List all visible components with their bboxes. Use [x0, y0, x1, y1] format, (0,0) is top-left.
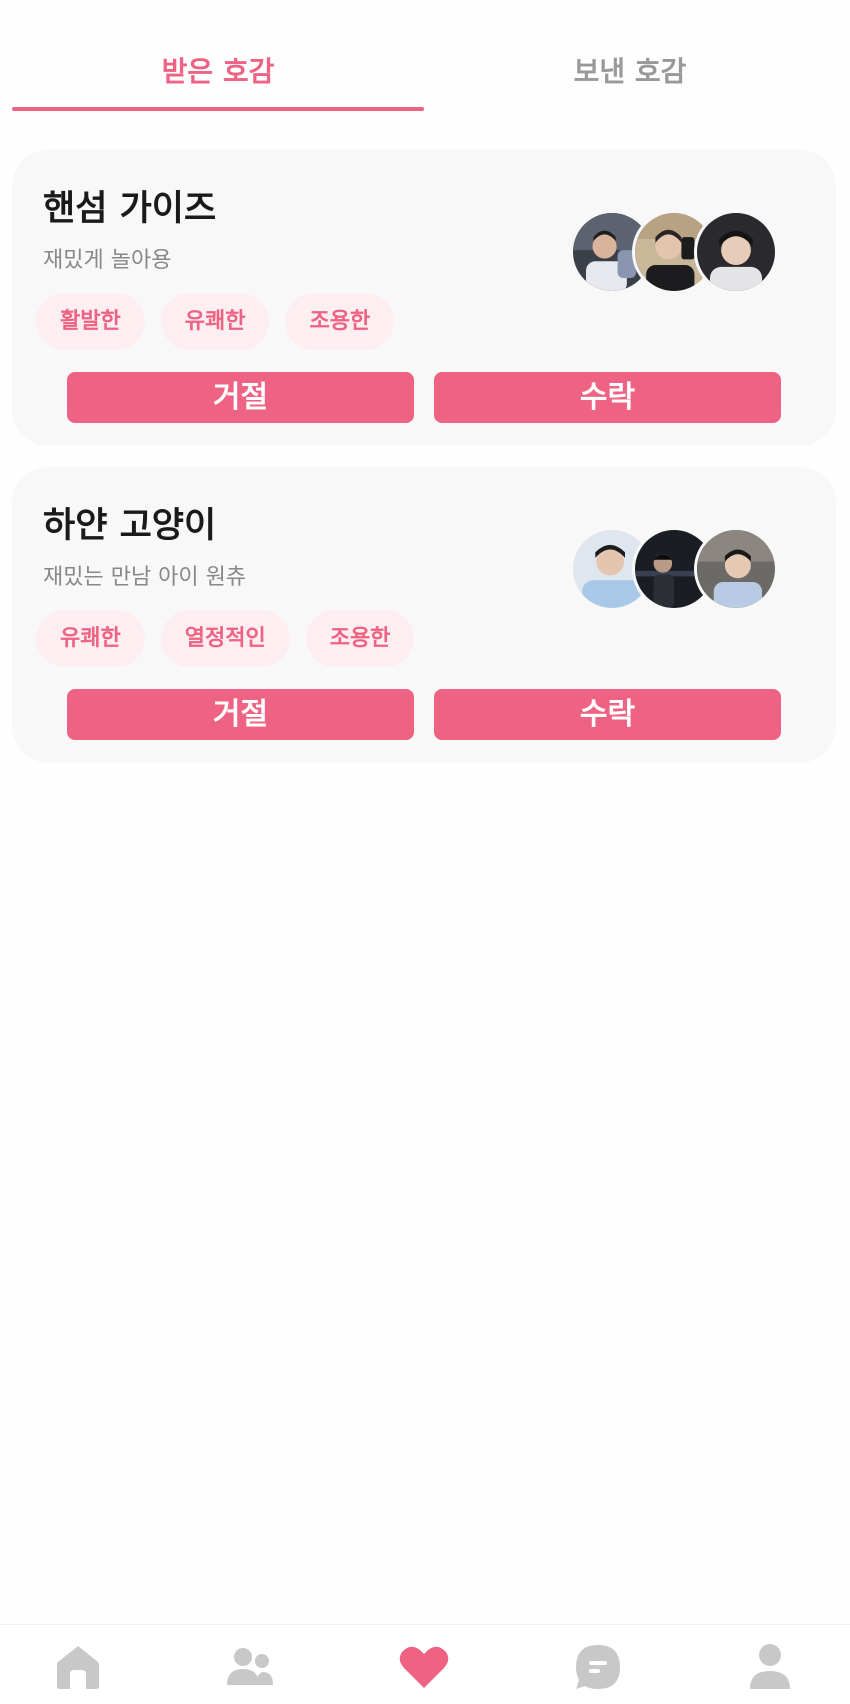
group-title: 하얀 고양이: [43, 506, 217, 546]
bottom-navigation: [0, 1624, 850, 1704]
avatar[interactable]: [694, 527, 778, 611]
nav-friends[interactable]: [222, 1641, 278, 1693]
tag-list: 활발한 유쾌한 조용한: [36, 293, 395, 350]
tab-received-likes[interactable]: 받은 호감: [12, 48, 424, 96]
group-description: 재밌는 만남 아이 원츄: [43, 565, 247, 590]
reject-button[interactable]: 거절: [67, 372, 414, 423]
accept-button[interactable]: 수락: [434, 372, 781, 423]
friends-icon: [227, 1648, 273, 1685]
profile-icon: [750, 1644, 790, 1689]
reject-button[interactable]: 거절: [67, 689, 414, 740]
page: 받은 호감 보낸 호감 핸섬 가이즈 재밌게 놀아용 활발한 유쾌한 조용한 거…: [0, 0, 850, 1704]
tag-chip: 유쾌한: [160, 293, 270, 350]
nav-chat[interactable]: [570, 1641, 626, 1693]
accept-button[interactable]: 수락: [434, 689, 781, 740]
avatar[interactable]: [694, 210, 778, 294]
tag-chip: 열정적인: [160, 610, 290, 667]
nav-home[interactable]: [50, 1641, 106, 1693]
chat-icon: [576, 1645, 620, 1689]
group-description: 재밌게 놀아용: [43, 248, 172, 273]
heart-icon: [399, 1646, 449, 1688]
member-avatars: [570, 210, 790, 296]
like-card: 하얀 고양이 재밌는 만남 아이 원츄 유쾌한 열정적인 조용한 거절 수락: [12, 467, 836, 763]
like-card: 핸섬 가이즈 재밌게 놀아용 활발한 유쾌한 조용한 거절 수락: [12, 150, 836, 446]
member-avatars: [570, 527, 790, 613]
tag-chip: 활발한: [36, 293, 145, 350]
tag-chip: 조용한: [285, 293, 395, 350]
tag-chip: 유쾌한: [36, 610, 145, 667]
tag-list: 유쾌한 열정적인 조용한: [36, 610, 415, 667]
group-title: 핸섬 가이즈: [43, 189, 217, 229]
home-icon: [57, 1646, 99, 1689]
tab-bar: 받은 호감 보낸 호감: [0, 0, 850, 112]
nav-likes[interactable]: [396, 1641, 452, 1693]
tag-chip: 조용한: [305, 610, 415, 667]
nav-profile[interactable]: [742, 1641, 798, 1693]
tab-sent-likes[interactable]: 보낸 호감: [424, 48, 836, 96]
active-tab-indicator: [12, 107, 424, 111]
